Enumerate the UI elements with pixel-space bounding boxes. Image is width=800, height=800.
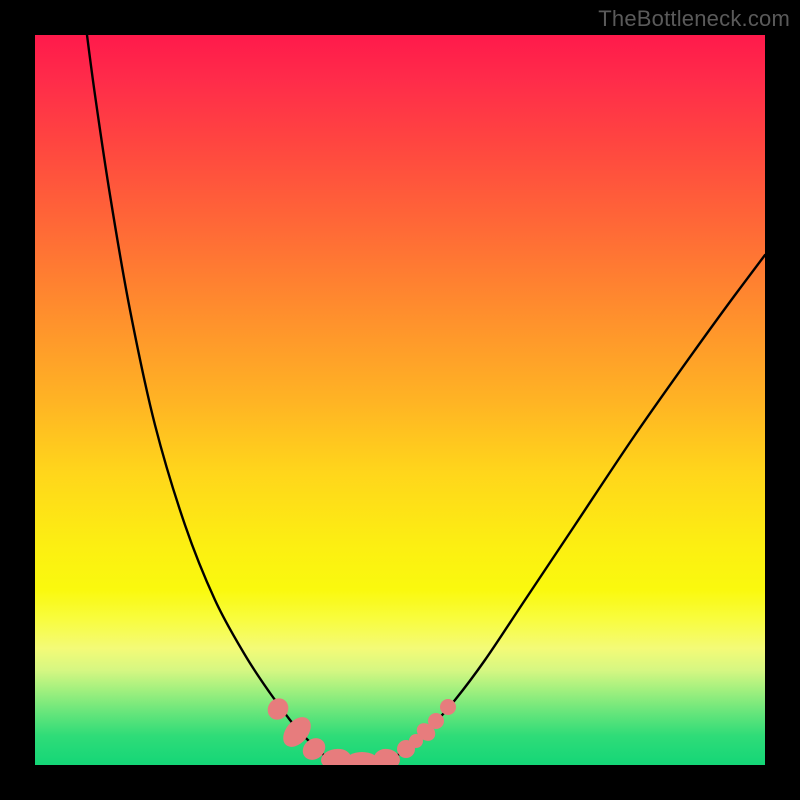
- bottleneck-curve-svg: [35, 35, 765, 765]
- curve-markers: [263, 694, 456, 765]
- plot-area: [35, 35, 765, 765]
- watermark-text: TheBottleneck.com: [598, 6, 790, 32]
- bottleneck-curve-path: [87, 35, 765, 763]
- curve-marker: [428, 713, 444, 729]
- chart-frame: TheBottleneck.com: [0, 0, 800, 800]
- curve-marker: [440, 699, 456, 715]
- curve-marker: [345, 752, 379, 765]
